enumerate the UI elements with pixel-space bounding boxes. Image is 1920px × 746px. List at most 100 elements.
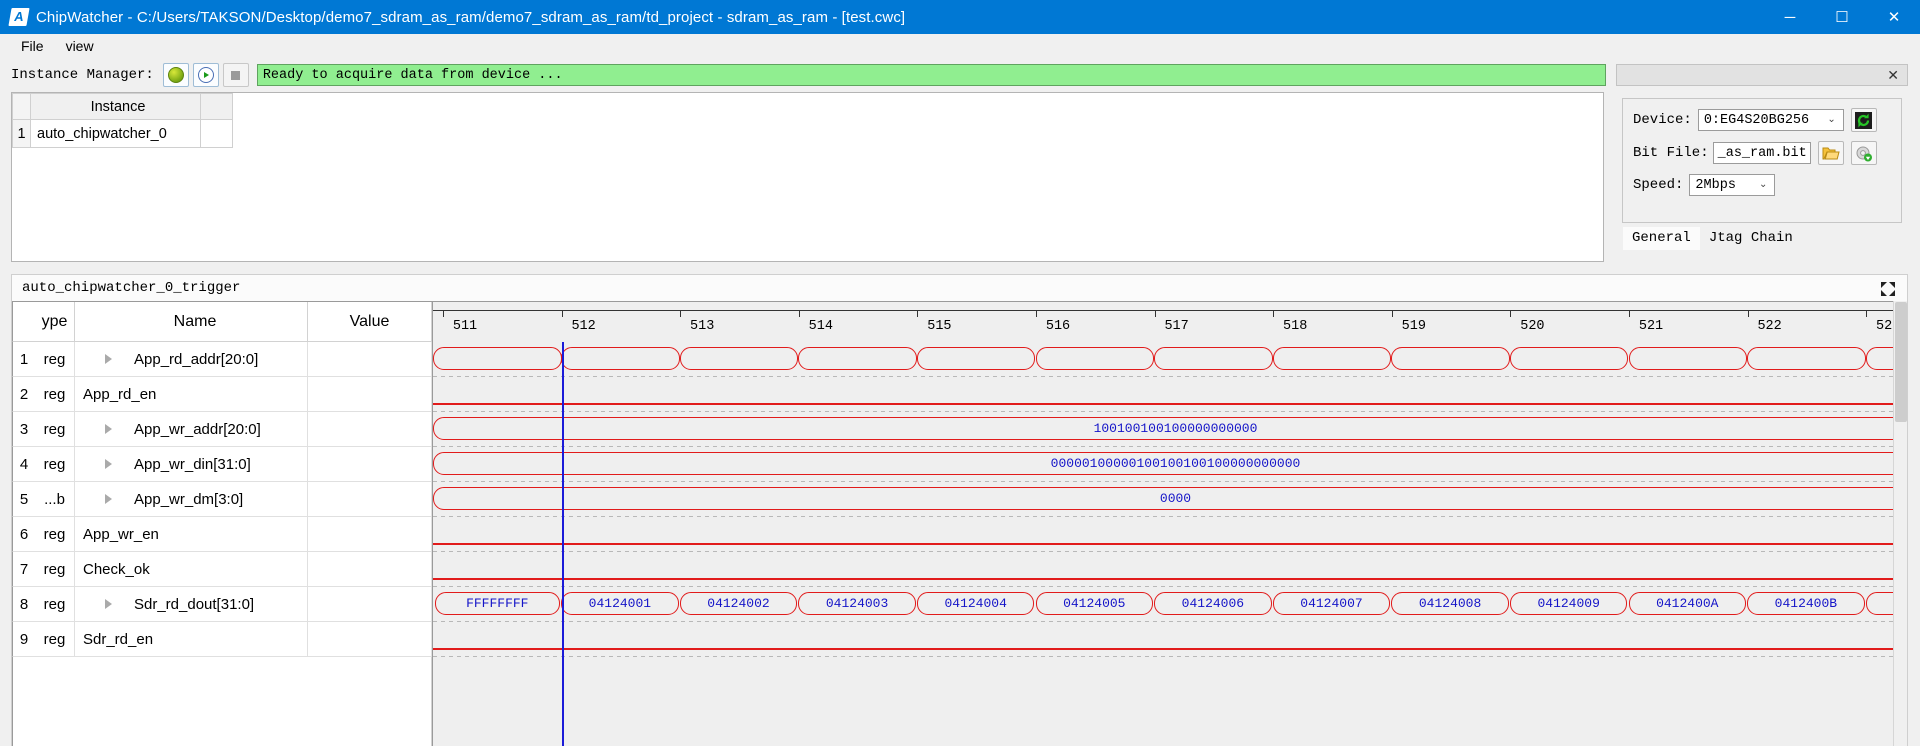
signal-row-value	[308, 587, 432, 621]
expand-fullscreen-button[interactable]	[1877, 279, 1899, 299]
signal-row-name[interactable]: App_rd_addr[20:0]	[75, 342, 308, 376]
signal-row-type: reg	[35, 447, 75, 481]
signal-row-name[interactable]: App_wr_dm[3:0]	[75, 482, 308, 516]
acquire-button[interactable]	[162, 63, 189, 87]
signal-row-type: reg	[35, 342, 75, 376]
device-select[interactable]: 0:EG4S20BG256 ⌄	[1697, 109, 1844, 131]
ruler-tick-label: 523	[1876, 319, 1893, 334]
expand-triangle-icon[interactable]	[105, 459, 112, 469]
header-instance: Instance	[30, 93, 201, 120]
waveform-bus-segment	[1035, 347, 1155, 370]
chevron-down-icon: ⌄	[1827, 115, 1836, 126]
waveform-bus-segment: 04124006	[1154, 592, 1272, 615]
ruler-tick	[1391, 310, 1393, 317]
signal-row-value	[308, 447, 432, 481]
signal-row[interactable]: 3 reg App_wr_addr[20:0]	[12, 412, 432, 447]
signal-row-name[interactable]: Check_ok	[75, 552, 308, 586]
signal-row[interactable]: 7 reg Check_ok	[12, 552, 432, 587]
instance-manager-bar: Instance Manager: Ready to acquire data …	[0, 58, 1920, 92]
ruler-tick	[1866, 310, 1868, 317]
waveform-bus-segment	[1509, 347, 1629, 370]
waveform-bus-segment: 04124007	[1272, 592, 1391, 615]
header-type: ype	[35, 302, 75, 341]
waveform-bus-segment	[561, 347, 680, 370]
chipwatcher-app-icon: A	[8, 8, 30, 26]
waveform-bus-segment: 04124008	[1391, 592, 1509, 615]
signal-row-index: 1	[19, 350, 29, 368]
expand-triangle-icon[interactable]	[105, 424, 112, 434]
time-cursor[interactable]	[561, 342, 564, 746]
signal-row-name[interactable]: Sdr_rd_dout[31:0]	[75, 587, 308, 621]
window-controls: ─ ☐ ✕	[1764, 0, 1920, 34]
signal-row[interactable]: 4 reg App_wr_din[31:0]	[12, 447, 432, 482]
tab-general[interactable]: General	[1623, 226, 1700, 250]
signal-row[interactable]: 9 reg Sdr_rd_en	[12, 622, 432, 657]
waveform-bus-segment: 04124001	[561, 592, 679, 615]
run-button[interactable]	[192, 63, 219, 87]
waveform-row	[433, 342, 1893, 377]
expand-triangle-icon[interactable]	[105, 494, 112, 504]
device-select-value: 0:EG4S20BG256	[1703, 112, 1810, 128]
speed-select[interactable]: 2Mbps ⌄	[1689, 174, 1776, 196]
waveform-low-line	[433, 578, 1893, 580]
signal-row-type: reg	[35, 552, 75, 586]
ruler-tick-label: 515	[927, 319, 952, 334]
instance-table: Instance 1 auto_chipwatcher_0	[12, 93, 233, 148]
bitfile-value: _as_ram.bit	[1717, 145, 1807, 161]
signal-row[interactable]: 6 reg App_wr_en	[12, 517, 432, 552]
chevron-down-icon: ⌄	[1759, 180, 1768, 191]
signal-row[interactable]: 1 reg App_rd_addr[20:0]	[12, 342, 432, 377]
tab-jtag-chain[interactable]: Jtag Chain	[1699, 226, 1802, 250]
signal-row[interactable]: 8 reg Sdr_rd_dout[31:0]	[12, 587, 432, 622]
ruler-tick-label: 512	[571, 319, 596, 334]
menu-item-file[interactable]: File	[10, 36, 55, 56]
signal-row-value	[308, 377, 432, 411]
signal-row-name[interactable]: App_rd_en	[75, 377, 308, 411]
signal-row-name[interactable]: Sdr_rd_en	[75, 622, 308, 656]
minimize-button[interactable]: ─	[1764, 0, 1816, 34]
browse-bitfile-button[interactable]	[1817, 141, 1844, 165]
signal-table-filler	[12, 657, 432, 746]
waveform-bus-segment: 04124009	[1509, 592, 1628, 615]
dock-close-icon[interactable]: ✕	[1887, 67, 1899, 84]
waveform-low-line	[433, 543, 1893, 545]
signal-row[interactable]: 2 reg App_rd_en	[12, 377, 432, 412]
signal-name-label: App_wr_addr[20:0]	[134, 420, 261, 438]
signal-row-name[interactable]: App_wr_addr[20:0]	[75, 412, 308, 446]
close-button[interactable]: ✕	[1868, 0, 1920, 34]
row-instance-name[interactable]: auto_chipwatcher_0	[30, 119, 201, 148]
bitfile-row: Bit File: _as_ram.bit	[1633, 141, 1891, 165]
expand-triangle-icon[interactable]	[105, 599, 112, 609]
table-row[interactable]: 1 auto_chipwatcher_0	[12, 119, 233, 148]
stop-button[interactable]	[222, 63, 249, 87]
scrollbar-thumb[interactable]	[1895, 302, 1907, 422]
waveform-canvas[interactable]: 511512513514515516517518519520521522523 …	[433, 301, 1893, 746]
bitfile-input[interactable]: _as_ram.bit	[1712, 142, 1811, 164]
waveform-bus-segment: 100100100100000000000	[433, 417, 1893, 440]
signal-row[interactable]: 5 ...b App_wr_dm[3:0]	[12, 482, 432, 517]
waveform-row	[433, 517, 1893, 552]
vertical-scrollbar[interactable]	[1893, 301, 1907, 746]
waveform-bus-segment	[1628, 347, 1748, 370]
refresh-device-button[interactable]	[1850, 108, 1877, 132]
waveform-bus-segment: 04124002	[679, 592, 798, 615]
signal-row-value	[308, 342, 432, 376]
signal-row-name[interactable]: App_wr_din[31:0]	[75, 447, 308, 481]
maximize-button[interactable]: ☐	[1816, 0, 1868, 34]
download-bitfile-button[interactable]	[1850, 141, 1877, 165]
signal-row-name[interactable]: App_wr_en	[75, 517, 308, 551]
expand-triangle-icon[interactable]	[105, 354, 112, 364]
device-label: Device:	[1633, 112, 1692, 128]
expand-fullscreen-icon	[1881, 282, 1895, 296]
waveform-bus-segment	[916, 347, 1036, 370]
ruler-tick-label: 519	[1401, 319, 1426, 334]
signal-row-index: 9	[19, 630, 29, 648]
ruler-tick-label: 517	[1164, 319, 1189, 334]
signal-name-label: Sdr_rd_dout[31:0]	[134, 595, 255, 613]
waveform-row: 0000	[433, 482, 1893, 517]
ruler-tick-label: 522	[1757, 319, 1782, 334]
menu-item-view[interactable]: view	[55, 36, 105, 56]
time-ruler[interactable]: 511 512 513 514 515 516 517 518 519 520 521 522 523	[433, 301, 1893, 342]
menu-bar: File view	[0, 34, 1920, 58]
waveform-bus-segment	[1391, 347, 1510, 370]
